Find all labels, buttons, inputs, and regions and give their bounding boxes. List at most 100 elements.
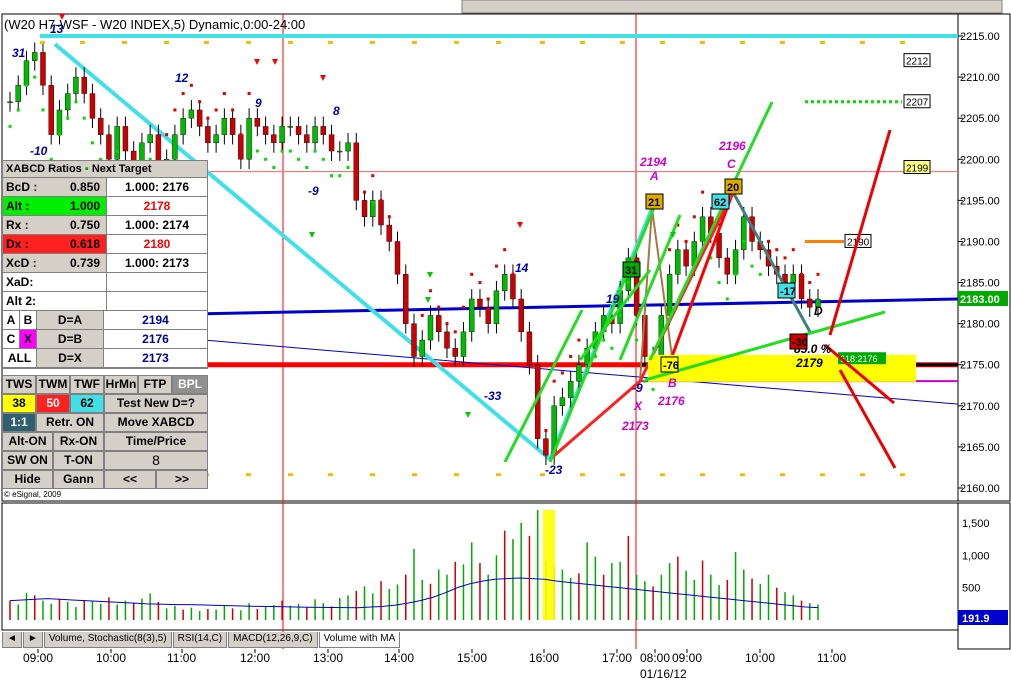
tws-button[interactable]: TWS bbox=[2, 375, 36, 394]
point-toggle-0b[interactable]: B bbox=[20, 311, 37, 329]
stop-dot bbox=[231, 108, 235, 112]
count-box-label: 20 bbox=[727, 182, 739, 194]
tab-macd[interactable]: MACD(12,26,9,C) bbox=[228, 632, 318, 648]
point-toggle-0a[interactable]: A bbox=[3, 311, 20, 329]
candle-body bbox=[518, 298, 524, 333]
ratio-label: Alt 2: bbox=[3, 292, 107, 310]
top-scrollbar[interactable] bbox=[461, 0, 1003, 14]
swing-label: 31 bbox=[12, 46, 26, 60]
candle-body bbox=[246, 117, 252, 160]
stop-dot bbox=[338, 174, 342, 178]
level-dash bbox=[40, 40, 45, 44]
stop-dot bbox=[560, 371, 564, 375]
bpl-button[interactable]: BPL bbox=[172, 375, 208, 394]
ratio-key: BcD : bbox=[6, 180, 38, 194]
d-equals-button[interactable]: D=B bbox=[37, 330, 104, 348]
pattern-label: 2196 bbox=[718, 139, 746, 153]
candle-body bbox=[287, 126, 294, 128]
stop-dot bbox=[552, 379, 556, 383]
stop-dot bbox=[288, 149, 292, 153]
candle-body bbox=[180, 117, 186, 135]
point-toggle-1b[interactable]: X bbox=[20, 330, 37, 348]
candle-body bbox=[790, 274, 796, 283]
candle-body bbox=[32, 52, 38, 61]
tab-volume-with-ma[interactable]: Volume with MA bbox=[318, 632, 401, 648]
stop-dot bbox=[618, 313, 622, 317]
candle-body bbox=[798, 274, 805, 300]
stop-dot bbox=[189, 83, 193, 87]
d-equals-button[interactable]: D=X bbox=[37, 349, 104, 367]
point-toggle-all[interactable]: ALL bbox=[3, 349, 37, 367]
ratio-value: 0.618 bbox=[69, 237, 100, 251]
twf-button[interactable]: TWF bbox=[70, 375, 104, 394]
time-tick-label: 14:00 bbox=[384, 651, 414, 665]
ftp-button[interactable]: FTP bbox=[138, 375, 172, 394]
level-dash bbox=[900, 473, 905, 477]
t-on-button[interactable]: T-ON bbox=[53, 451, 104, 470]
stop-dot bbox=[470, 272, 474, 276]
count-box-label: 62 bbox=[714, 197, 726, 209]
level-dash bbox=[780, 473, 785, 477]
fib-50-button[interactable]: 50 bbox=[36, 394, 70, 413]
candle-body bbox=[15, 85, 21, 102]
hide-button[interactable]: Hide bbox=[2, 470, 53, 489]
tab-scroll-right[interactable]: ► bbox=[22, 632, 43, 648]
price-tick-label: 2200.00 bbox=[960, 154, 1000, 166]
level-dash bbox=[540, 473, 545, 477]
time-price-button[interactable]: Time/Price bbox=[104, 432, 208, 451]
target-value: 1.000: 2173 bbox=[124, 256, 190, 270]
alt-on-button[interactable]: Alt-ON bbox=[2, 432, 53, 451]
swing-label: -23 bbox=[545, 463, 563, 477]
stop-dot bbox=[255, 149, 259, 153]
d-equals-button[interactable]: D=A bbox=[37, 311, 104, 329]
stop-dot bbox=[330, 174, 334, 178]
candle-body bbox=[452, 348, 458, 357]
level-dash bbox=[288, 473, 293, 477]
fib-38-button[interactable]: 38 bbox=[2, 394, 36, 413]
next-button[interactable]: >> bbox=[156, 470, 208, 489]
candle-body bbox=[205, 126, 211, 144]
candle-body bbox=[56, 109, 63, 135]
stop-dot bbox=[57, 133, 61, 137]
candle-body bbox=[48, 85, 54, 135]
move-xabcd-button[interactable]: Move XABCD bbox=[104, 413, 208, 432]
candle-body bbox=[229, 117, 236, 135]
test-new-d-button[interactable]: Test New D=? bbox=[104, 394, 208, 413]
ratio-value: 0.850 bbox=[69, 180, 100, 194]
candle-body bbox=[196, 109, 203, 127]
tab-scroll-left[interactable]: ◄ bbox=[2, 632, 22, 648]
fib-62-button[interactable]: 62 bbox=[70, 394, 104, 413]
hrmn-button[interactable]: HrMn bbox=[104, 375, 138, 394]
candle-body bbox=[295, 126, 302, 135]
rx-on-button[interactable]: Rx-ON bbox=[53, 432, 104, 451]
pattern-label: A bbox=[649, 169, 659, 183]
swing-label: 8 bbox=[333, 104, 340, 118]
stop-dot bbox=[371, 174, 375, 178]
level-dash bbox=[580, 40, 585, 44]
twm-button[interactable]: TWM bbox=[36, 375, 70, 394]
candle-body bbox=[81, 76, 87, 94]
gann-button[interactable]: Gann bbox=[53, 470, 104, 489]
ratio-button[interactable]: 1:1 bbox=[2, 413, 36, 432]
sw-on-button[interactable]: SW ON bbox=[2, 451, 53, 470]
point-toggle-1a[interactable]: C bbox=[3, 330, 20, 348]
stop-dot bbox=[206, 116, 210, 120]
panel-title: XABCD Ratios ▪ Next Target bbox=[2, 160, 208, 178]
swing-count-field[interactable]: 8 bbox=[104, 451, 208, 470]
prev-button[interactable]: << bbox=[104, 470, 156, 489]
price-tick-label: 2180.00 bbox=[960, 319, 1000, 331]
pattern-label: D bbox=[814, 304, 823, 318]
tab-rsi[interactable]: RSI(14,C) bbox=[172, 632, 228, 648]
ratio-key: Dx : bbox=[6, 237, 29, 251]
pattern-label: 2179 bbox=[795, 356, 823, 370]
stop-dot bbox=[750, 264, 754, 268]
candle-body bbox=[114, 126, 120, 160]
stop-dot bbox=[437, 305, 441, 309]
retr-on-button[interactable]: Retr. ON bbox=[36, 413, 104, 432]
level-dash bbox=[328, 473, 333, 477]
tab-volume-stochastic[interactable]: Volume, Stochastic(8(3),5) bbox=[43, 632, 172, 648]
level-dash bbox=[204, 40, 209, 44]
candle-body bbox=[122, 126, 129, 152]
level-dash bbox=[370, 473, 375, 477]
panel-title-text: XABCD Ratios bbox=[6, 163, 82, 175]
